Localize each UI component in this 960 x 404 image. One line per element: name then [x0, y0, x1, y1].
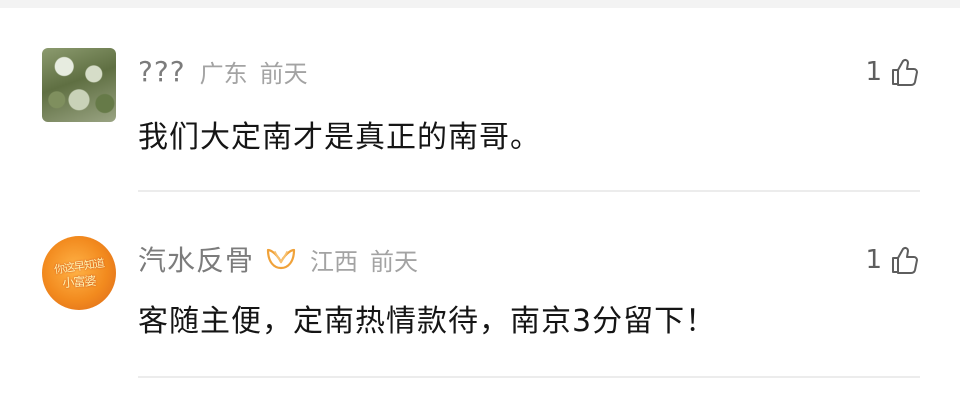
avatar[interactable]: [42, 48, 116, 122]
comment-item: ??? 广东 前天 1 我们大定南才是真正的南哥。: [0, 40, 960, 190]
divider: [138, 376, 920, 378]
thumbs-up-icon: [890, 245, 920, 275]
location-label: 广东: [199, 59, 248, 88]
top-separator: [0, 0, 960, 8]
like-count: 1: [865, 57, 882, 87]
like-count: 1: [865, 245, 882, 275]
comment-meta: 汽水反骨 江西 前天: [138, 239, 419, 279]
vip-badge-icon: [264, 246, 298, 272]
username[interactable]: ???: [138, 55, 186, 88]
comment-item: 你这早知道 小富婆 汽水反骨 江西 前天 1 客随主便，定南热情款待，南京3分留…: [0, 228, 960, 378]
timestamp: 前天: [370, 247, 419, 276]
divider: [138, 190, 920, 192]
location-label: 江西: [310, 247, 359, 276]
avatar[interactable]: 你这早知道 小富婆: [42, 236, 116, 310]
timestamp: 前天: [259, 59, 308, 88]
thumbs-up-icon: [890, 57, 920, 87]
username[interactable]: 汽水反骨: [138, 239, 254, 279]
comment-text: 客随主便，定南热情款待，南京3分留下！: [138, 304, 717, 339]
comment-text: 我们大定南才是真正的南哥。: [138, 120, 541, 155]
comment-meta: ??? 广东 前天: [138, 54, 308, 88]
like-button[interactable]: 1: [865, 244, 920, 276]
like-button[interactable]: 1: [865, 56, 920, 88]
